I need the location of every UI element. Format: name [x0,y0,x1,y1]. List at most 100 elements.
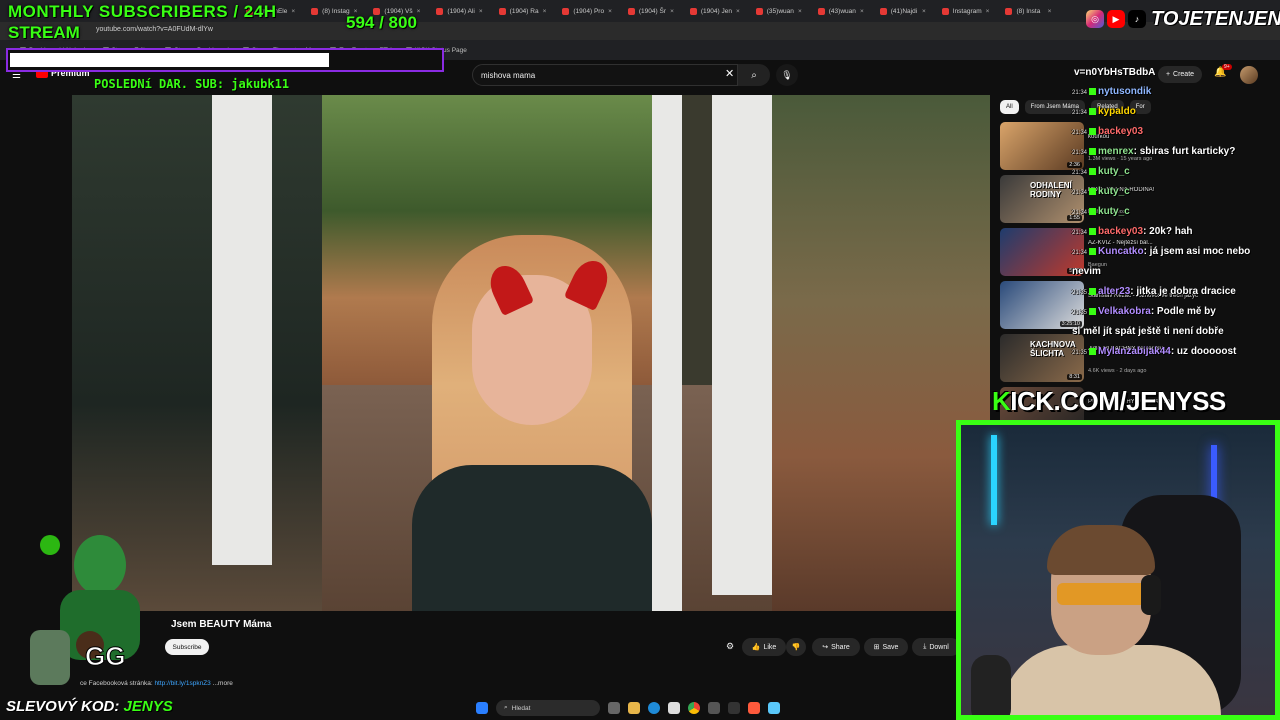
chrome-browser-icon[interactable] [688,702,700,714]
download-button[interactable]: ⤓ Downl [912,638,960,656]
tab-label: (1904) Ali [447,7,475,15]
chat-username[interactable]: alter23 [1098,286,1130,297]
like-label: Like [763,643,777,651]
microphone-icon [971,655,1011,715]
browser-tab[interactable]: (1904) Ali × [430,2,488,20]
social-handle: TOJETENJENYS [1151,7,1280,30]
chat-username[interactable]: Velkakobra [1098,306,1151,317]
browser-tab[interactable]: (1904) Pro × [556,2,618,20]
taskbar-search[interactable]: ⌕ Hledat [496,700,600,716]
store-icon[interactable] [668,702,680,714]
close-tab-icon[interactable]: × [860,8,864,15]
chat-timestamp: 21:34 [1072,170,1088,176]
chat-message: 21:35 Velkakobra: Podle mě by [1072,306,1216,317]
close-tab-icon[interactable]: × [922,8,926,15]
tab-favicon-icon [1005,7,1013,15]
close-tab-icon[interactable]: × [608,8,612,15]
browser-tab[interactable]: (1904) Šr × [622,2,680,20]
microphone-icon: 🎙 [781,69,793,80]
filter-chip[interactable]: All [1000,100,1019,114]
browser-tab[interactable]: (41)Najdi × [874,2,932,20]
close-tab-icon[interactable]: × [736,8,740,15]
voice-search-button[interactable]: 🎙 [776,64,798,86]
video-scene-dress [412,465,652,611]
plus-icon: + [1165,71,1171,78]
tab-label: (1904) Šr [638,7,666,15]
chat-text: : jitka je dobra dracice [1130,286,1236,297]
browser-tab[interactable]: Instagram × [936,2,996,20]
close-tab-icon[interactable]: × [670,8,674,15]
description-more[interactable]: ...more [213,680,233,687]
chat-timestamp: 21:34 [1072,250,1088,256]
app-icon-2[interactable] [748,702,760,714]
kick-url-k: K [992,386,1011,416]
video-scene-door-frame [212,95,272,565]
kick-badge-icon [1089,227,1097,235]
chat-text: : já jsem asi moc nebo [1143,246,1251,257]
recommendation-thumbnail[interactable]: KACHNOVA ŠLICHTA 8:31 [1000,334,1084,382]
app-icon-3[interactable] [768,702,780,714]
webcam-streamer-glasses [1057,583,1147,605]
browser-tab[interactable]: (8) Insta × [999,2,1057,20]
chat-username[interactable]: kuty_c [1098,186,1130,197]
browser-tab[interactable]: (43)wuan × [812,2,870,20]
close-tab-icon[interactable]: × [798,8,802,15]
like-button[interactable]: 👍 Like [742,638,786,656]
browser-tab[interactable]: (1904) Ra × [493,2,553,20]
account-avatar[interactable] [1240,66,1258,84]
search-icon: ⌕ [504,704,508,711]
close-tab-icon[interactable]: × [986,8,990,15]
chat-username[interactable]: backey03 [1098,126,1143,137]
chat-username[interactable]: Kuncatko [1098,246,1144,257]
close-tab-icon[interactable]: × [543,8,547,15]
url-text[interactable]: youtube.com/watch?v=A0FUdM-dlYw [96,26,213,33]
windows-start-icon[interactable] [476,702,488,714]
tab-label: (1904) Ra [509,7,539,15]
search-button[interactable]: ⌕ [738,64,770,86]
chat-text: : 20k? hah [1143,226,1193,237]
subscribe-button[interactable]: Subscribe [165,639,209,655]
browser-tab[interactable]: (1904) Jen × [684,2,746,20]
chat-message: 21:34 kuty_c [1072,186,1130,197]
video-player[interactable] [72,95,990,611]
chat-username[interactable]: kuty_c [1098,166,1130,177]
share-label: Share [831,643,850,651]
share-button[interactable]: ↪ Share [812,638,860,656]
last-donation-text: POSLEDNí DAR. SUB: jakubk11 [94,77,290,91]
obs-icon[interactable] [728,702,740,714]
kick-url-banner: KICK.COM/JENYSS [992,386,1226,417]
chat-username[interactable]: Mylanzabijak44 [1098,346,1171,357]
tab-favicon-icon [941,7,949,15]
browser-tab[interactable]: (35)wuan × [750,2,808,20]
chat-message: 21:34 Kuncatko: já jsem asi moc nebo [1072,246,1250,257]
dislike-button[interactable]: 👎 [786,638,806,656]
close-tab-icon[interactable]: × [1048,8,1052,15]
chat-username[interactable]: backey03 [1098,226,1143,237]
kick-badge-icon [1089,287,1097,295]
chat-timestamp: 21:34 [1072,110,1088,116]
create-button[interactable]: + Create [1158,66,1202,83]
recommendation-views: 4.6K views · 2 days ago [1088,368,1147,374]
channel-name[interactable]: Jsem BEAUTY Máma [171,619,271,630]
video-duration: 8:31 [1067,374,1082,380]
close-tab-icon[interactable]: × [479,8,483,15]
chat-timestamp: 21:35 [1072,350,1088,356]
task-view-icon[interactable] [608,702,620,714]
file-explorer-icon[interactable] [628,702,640,714]
promo-code: JENYS [123,698,173,715]
gear-icon[interactable]: ⚙ [726,641,734,652]
chat-username[interactable]: menrex [1098,146,1134,157]
clear-search-icon[interactable]: ✕ [725,67,734,80]
search-input[interactable]: mishova mama [472,64,738,86]
app-icon[interactable] [708,702,720,714]
chat-username[interactable]: kuty_c [1098,206,1130,217]
close-tab-icon[interactable]: × [417,8,421,15]
chat-username[interactable]: nytusondik [1098,86,1151,97]
close-tab-icon[interactable]: × [291,8,295,15]
chat-timestamp: 21:34 [1072,150,1088,156]
chat-username[interactable]: kypaldo [1098,106,1136,117]
save-label: Save [882,643,899,651]
edge-browser-icon[interactable] [648,702,660,714]
tab-label: (1904) Pro [573,7,605,15]
save-button[interactable]: ⊞ Save [864,638,908,656]
